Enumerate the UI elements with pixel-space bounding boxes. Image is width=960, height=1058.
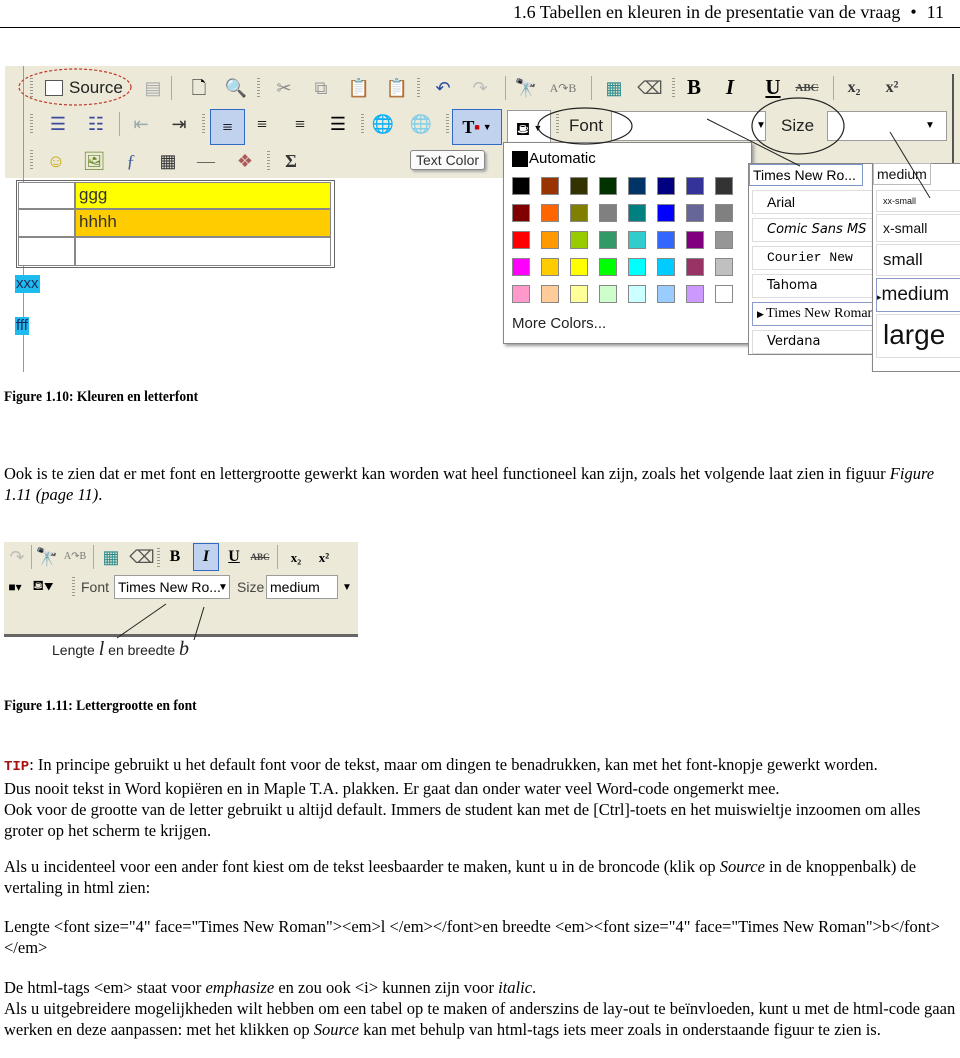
paragraph-text: Als u incidenteel voor een ander font ki… [4, 857, 720, 876]
annotation-prefix: Lengte [52, 642, 95, 658]
tip-text: : In principe gebruikt u het default fon… [29, 755, 878, 774]
annotation-b: b [179, 638, 190, 660]
source-emphasis: Source [719, 857, 765, 876]
figure-1-11-annotation-lines [116, 603, 205, 641]
paragraph-text: De html-tags <em> staat voor [4, 978, 206, 997]
paragraph-html-example: Lengte <font size="4" face="Times New Ro… [4, 917, 940, 957]
paragraph-source-code: Als u incidenteel voor een ander font ki… [4, 856, 956, 898]
tip-line: TIP: In principe gebruikt u het default … [4, 754, 956, 778]
tip-label: TIP [4, 759, 30, 775]
paragraph-html-tags: De html-tags <em> staat voor emphasize e… [4, 977, 956, 1040]
tip-line: Dus nooit tekst in Word kopiëren en in M… [4, 779, 780, 798]
paragraph-text: kan met behulp van html-tags iets meer z… [358, 1020, 881, 1039]
italic-word: italic [498, 978, 533, 997]
annotation-mid: en breedte [108, 642, 176, 658]
advanced-line: Als u uitgebreidere mogelijkheden wilt h… [4, 998, 956, 1040]
source-emphasis: Source [313, 1020, 359, 1039]
paragraph-text: en zou ook <i> kunnen zijn voor [274, 978, 499, 997]
tip-block: TIP: In principe gebruikt u het default … [4, 754, 956, 841]
annotation-l: l [98, 638, 105, 660]
figure-1-11-annotation: Lengte l en breedte b [52, 638, 189, 661]
width-pointer-line [193, 606, 205, 641]
length-pointer-line [116, 603, 167, 639]
html-tags-line: De html-tags <em> staat voor emphasize e… [4, 977, 956, 998]
tip-line: Ook voor de grootte van de letter gebrui… [4, 800, 921, 840]
paragraph-text: . [532, 978, 537, 997]
emphasize-word: emphasize [205, 978, 275, 997]
figure-1-11-caption: Figure 1.11: Lettergrootte en font [4, 698, 197, 714]
